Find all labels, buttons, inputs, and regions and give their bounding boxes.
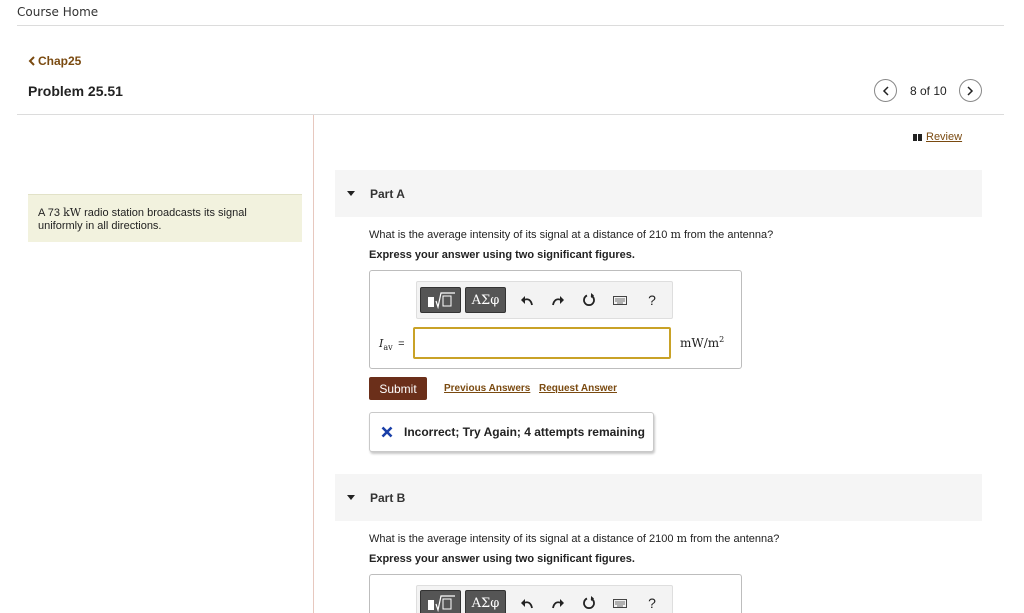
- power-unit: kW: [63, 206, 82, 219]
- unit-exponent: 2: [719, 335, 725, 344]
- keyboard-icon[interactable]: [609, 289, 631, 311]
- templates-button[interactable]: [420, 590, 461, 613]
- feedback-message: Incorrect; Try Again; 4 attempts remaini…: [369, 412, 654, 452]
- chevron-left-icon: [882, 85, 889, 96]
- keyboard-icon[interactable]: [609, 592, 631, 613]
- problem-text-before: A 73: [38, 207, 64, 219]
- templates-icon: [427, 595, 455, 612]
- back-to-chapter-link[interactable]: Chap25: [28, 54, 81, 68]
- review-link[interactable]: Review: [913, 131, 962, 143]
- undo-icon[interactable]: [516, 289, 538, 311]
- part-b-header[interactable]: Part B: [335, 474, 982, 521]
- unit-base: mW/m: [680, 336, 720, 350]
- previous-answers-link[interactable]: Previous Answers: [444, 383, 530, 394]
- request-answer-link[interactable]: Request Answer: [539, 383, 617, 394]
- part-a-header[interactable]: Part A: [335, 170, 982, 217]
- question-text: What is the average intensity of its sig…: [369, 533, 677, 545]
- part-b-instruction: Express your answer using two significan…: [369, 553, 635, 565]
- redo-icon[interactable]: [547, 289, 569, 311]
- math-toolbar: ΑΣφ ?: [416, 585, 673, 613]
- templates-icon: [427, 292, 455, 309]
- x-mark-icon: [381, 426, 393, 438]
- part-a-label: Part A: [370, 186, 405, 201]
- redo-icon[interactable]: [547, 592, 569, 613]
- part-a-answer-box: ΑΣφ ? Iav = mW/m2: [369, 270, 742, 369]
- question-text: What is the average intensity of its sig…: [369, 229, 671, 241]
- greek-symbols-button[interactable]: ΑΣφ: [465, 287, 506, 313]
- answer-variable-label: Iav =: [379, 337, 405, 352]
- part-a-question: What is the average intensity of its sig…: [369, 228, 773, 241]
- answer-input[interactable]: [413, 327, 671, 359]
- previous-problem-button[interactable]: [874, 79, 897, 102]
- math-toolbar: ΑΣφ ?: [416, 281, 673, 319]
- collapse-triangle-icon[interactable]: [347, 191, 355, 196]
- answer-unit: mW/m2: [680, 335, 724, 350]
- question-text-end: from the antenna?: [687, 533, 780, 545]
- problem-title: Problem 25.51: [28, 83, 123, 99]
- column-divider: [313, 115, 314, 613]
- part-b-label: Part B: [370, 490, 406, 505]
- chevron-left-icon: [28, 56, 35, 66]
- part-b-question: What is the average intensity of its sig…: [369, 532, 779, 545]
- question-text-end: from the antenna?: [680, 229, 774, 241]
- back-link-label: Chap25: [38, 54, 82, 68]
- help-button[interactable]: ?: [641, 289, 663, 311]
- problem-pager: 8 of 10: [874, 79, 982, 102]
- undo-icon[interactable]: [516, 592, 538, 613]
- help-button[interactable]: ?: [641, 592, 663, 613]
- book-icon: [913, 133, 922, 141]
- pager-count: 8 of 10: [910, 83, 947, 98]
- course-home-link[interactable]: Course Home: [17, 5, 98, 19]
- feedback-text: Incorrect; Try Again; 4 attempts remaini…: [404, 425, 645, 439]
- chevron-right-icon: [967, 85, 974, 96]
- distance-unit: m: [676, 532, 688, 545]
- review-label: Review: [926, 131, 963, 143]
- greek-symbols-button[interactable]: ΑΣφ: [465, 590, 506, 613]
- collapse-triangle-icon[interactable]: [347, 495, 355, 500]
- variable-subscript: av: [383, 343, 393, 353]
- submit-button[interactable]: Submit: [369, 377, 427, 400]
- header-divider: [17, 114, 1004, 115]
- equals-sign: =: [398, 338, 405, 350]
- reset-icon[interactable]: [578, 289, 600, 311]
- distance-unit: m: [670, 228, 681, 241]
- next-problem-button[interactable]: [958, 79, 982, 102]
- part-b-answer-box: ΑΣφ ?: [369, 574, 742, 613]
- templates-button[interactable]: [420, 287, 461, 313]
- part-a-instruction: Express your answer using two significan…: [369, 249, 635, 261]
- problem-statement: A 73 kW radio station broadcasts its sig…: [28, 194, 302, 242]
- reset-icon[interactable]: [578, 592, 600, 613]
- top-bar: Course Home: [17, 5, 1004, 26]
